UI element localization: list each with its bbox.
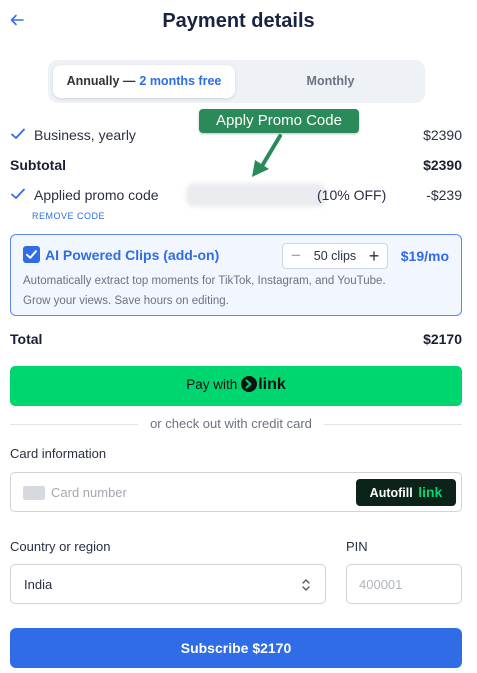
promo-label: Applied promo code (34, 187, 159, 203)
link-brand-text: link (258, 376, 286, 393)
card-number-field[interactable]: Card number Autofill link (10, 472, 462, 512)
card-number-placeholder: Card number (51, 485, 127, 500)
pay-with-link-content: Pay with link (186, 376, 286, 394)
clips-quantity: 50 clips (313, 249, 357, 263)
autofill-label: Autofill (369, 486, 413, 500)
country-label: Country or region (10, 539, 111, 554)
toggle-annually[interactable]: Annually —2 months free (53, 65, 235, 98)
promo-discount-percent: (10% OFF) (317, 187, 387, 203)
promo-amount: -$239 (426, 187, 462, 203)
total-amount: $2170 (423, 331, 462, 347)
addon-description: Automatically extract top moments for Ti… (23, 271, 451, 311)
subtotal-label: Subtotal (10, 157, 66, 173)
clips-quantity-stepper: − 50 clips + (282, 243, 388, 269)
checkmark-icon (11, 128, 25, 139)
pay-with-label: Pay with (186, 377, 238, 392)
checkmark-icon (11, 188, 25, 199)
country-select[interactable]: India (10, 564, 326, 604)
total-row: Total $2170 (10, 328, 462, 350)
line-item-promo: Applied promo code (10% OFF) -$239 (10, 183, 462, 207)
alt-checkout-text: or check out with credit card (0, 416, 462, 431)
subtotal-amount: $2390 (423, 157, 462, 173)
addon-title: AI Powered Clips (add-on) (45, 247, 220, 263)
toggle-monthly[interactable]: Monthly (243, 65, 418, 98)
pin-input[interactable] (346, 564, 462, 604)
redacted-promo-code (186, 183, 326, 207)
chevron-up-down-icon (302, 579, 310, 591)
page-title: Payment details (162, 10, 315, 32)
total-label: Total (10, 331, 43, 347)
line-item-plan: Business, yearly $2390 (10, 124, 462, 146)
addon-checkbox[interactable] (23, 246, 40, 263)
subscribe-button[interactable]: Subscribe $2170 (10, 628, 462, 668)
annual-label: Annually — (66, 74, 136, 88)
annual-discount-badge: 2 months free (139, 74, 222, 88)
credit-card-icon (23, 486, 45, 500)
pin-label: PIN (346, 539, 368, 554)
autofill-link-button[interactable]: Autofill link (356, 479, 456, 506)
plan-label: Business, yearly (34, 127, 136, 143)
link-logo-icon (241, 376, 258, 392)
addon-description-line-1: Automatically extract top moments for Ti… (23, 275, 386, 287)
checkbox-check-icon (26, 250, 37, 259)
subtotal-row: Subtotal $2390 (10, 154, 462, 176)
plan-amount: $2390 (423, 127, 462, 143)
country-value: India (24, 577, 53, 592)
addon-description-line-2: Grow your views. Save hours on editing. (23, 295, 229, 307)
billing-period-toggle: Annually —2 months free Monthly (48, 60, 425, 103)
remove-code-link[interactable]: REMOVE CODE (32, 211, 105, 221)
pay-with-link-button[interactable]: Pay with link (10, 366, 462, 406)
addon-price: $19/mo (400, 248, 449, 264)
addon-card: AI Powered Clips (add-on) − 50 clips + $… (10, 234, 462, 316)
alt-checkout-label: or check out with credit card (138, 416, 324, 431)
autofill-link-brand: link (418, 484, 443, 500)
increment-button[interactable]: + (363, 244, 385, 268)
decrement-button[interactable]: − (285, 244, 307, 268)
card-info-label: Card information (10, 446, 107, 461)
